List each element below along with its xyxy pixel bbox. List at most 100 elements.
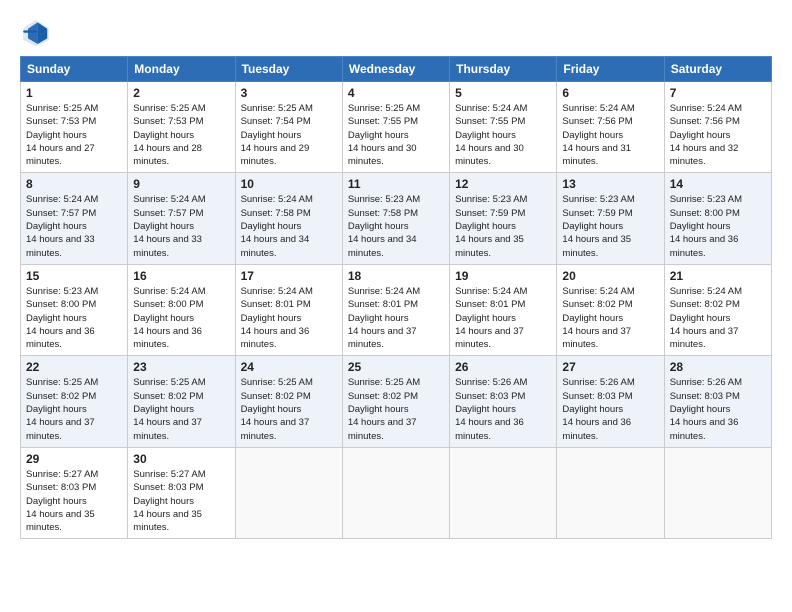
empty-cell-end: [235, 447, 342, 538]
header-cell-thursday: Thursday: [450, 57, 557, 82]
header-cell-saturday: Saturday: [664, 57, 771, 82]
day-number: 27: [562, 360, 658, 374]
day-info: Sunrise: 5:24 AMSunset: 7:56 PMDaylight …: [562, 102, 658, 168]
day-info: Sunrise: 5:24 AMSunset: 7:57 PMDaylight …: [26, 193, 122, 259]
day-info: Sunrise: 5:24 AMSunset: 7:55 PMDaylight …: [455, 102, 551, 168]
day-cell-28: 28 Sunrise: 5:26 AMSunset: 8:03 PMDayligh…: [664, 356, 771, 447]
calendar-table: SundayMondayTuesdayWednesdayThursdayFrid…: [20, 56, 772, 539]
calendar-body: 1 Sunrise: 5:25 AMSunset: 7:53 PMDaylight…: [21, 82, 772, 539]
calendar-week-1: 8 Sunrise: 5:24 AMSunset: 7:57 PMDaylight…: [21, 173, 772, 264]
calendar-header: SundayMondayTuesdayWednesdayThursdayFrid…: [21, 57, 772, 82]
day-info: Sunrise: 5:25 AMSunset: 8:02 PMDaylight …: [26, 376, 122, 442]
day-info: Sunrise: 5:24 AMSunset: 8:02 PMDaylight …: [670, 285, 766, 351]
day-number: 6: [562, 86, 658, 100]
day-cell-4: 4 Sunrise: 5:25 AMSunset: 7:55 PMDaylight…: [342, 82, 449, 173]
day-number: 19: [455, 269, 551, 283]
day-number: 20: [562, 269, 658, 283]
day-number: 26: [455, 360, 551, 374]
day-cell-22: 22Sunrise: 5:25 AMSunset: 8:02 PMDayligh…: [21, 356, 128, 447]
day-info: Sunrise: 5:24 AMSunset: 8:00 PMDaylight …: [133, 285, 229, 351]
day-info: Sunrise: 5:25 AMSunset: 8:02 PMDaylight …: [348, 376, 444, 442]
day-number: 10: [241, 177, 337, 191]
empty-cell-end: [450, 447, 557, 538]
day-info: Sunrise: 5:24 AMSunset: 7:58 PMDaylight …: [241, 193, 337, 259]
day-number: 3: [241, 86, 337, 100]
day-info: Sunrise: 5:23 AMSunset: 8:00 PMDaylight …: [670, 193, 766, 259]
day-number: 16: [133, 269, 229, 283]
header-cell-friday: Friday: [557, 57, 664, 82]
day-number: 12: [455, 177, 551, 191]
calendar-week-4: 29 Sunrise: 5:27 AMSunset: 8:03 PMDayligh…: [21, 447, 772, 538]
day-info: Sunrise: 5:26 AMSunset: 8:03 PMDaylight …: [455, 376, 551, 442]
day-cell-12: 12Sunrise: 5:23 AMSunset: 7:59 PMDayligh…: [450, 173, 557, 264]
day-number: 4: [348, 86, 444, 100]
header: [20, 16, 772, 48]
header-cell-wednesday: Wednesday: [342, 57, 449, 82]
day-info: Sunrise: 5:24 AMSunset: 7:57 PMDaylight …: [133, 193, 229, 259]
day-number: 2: [133, 86, 229, 100]
day-number: 17: [241, 269, 337, 283]
day-number: 21: [670, 269, 766, 283]
day-info: Sunrise: 5:24 AMSunset: 8:02 PMDaylight …: [562, 285, 658, 351]
logo: [20, 16, 56, 48]
day-cell-15: 15 Sunrise: 5:23 AMSunset: 8:00 PMDayligh…: [21, 264, 128, 355]
day-number: 13: [562, 177, 658, 191]
day-number: 29: [26, 452, 122, 466]
day-info: Sunrise: 5:25 AMSunset: 7:55 PMDaylight …: [348, 102, 444, 168]
header-cell-tuesday: Tuesday: [235, 57, 342, 82]
day-number: 8: [26, 177, 122, 191]
day-cell-16: 16 Sunrise: 5:24 AMSunset: 8:00 PMDayligh…: [128, 264, 235, 355]
day-number: 18: [348, 269, 444, 283]
day-number: 9: [133, 177, 229, 191]
day-cell-13: 13Sunrise: 5:23 AMSunset: 7:59 PMDayligh…: [557, 173, 664, 264]
day-cell-21: 21 Sunrise: 5:24 AMSunset: 8:02 PMDayligh…: [664, 264, 771, 355]
day-number: 11: [348, 177, 444, 191]
day-number: 28: [670, 360, 766, 374]
day-info: Sunrise: 5:23 AMSunset: 7:58 PMDaylight …: [348, 193, 444, 259]
day-cell-10: 10 Sunrise: 5:24 AMSunset: 7:58 PMDayligh…: [235, 173, 342, 264]
day-info: Sunrise: 5:25 AMSunset: 8:02 PMDaylight …: [241, 376, 337, 442]
day-cell-1: 1 Sunrise: 5:25 AMSunset: 7:53 PMDaylight…: [21, 82, 128, 173]
day-info: Sunrise: 5:27 AMSunset: 8:03 PMDaylight …: [26, 468, 122, 534]
calendar-week-2: 15 Sunrise: 5:23 AMSunset: 8:00 PMDayligh…: [21, 264, 772, 355]
day-cell-29: 29 Sunrise: 5:27 AMSunset: 8:03 PMDayligh…: [21, 447, 128, 538]
day-cell-23: 23 Sunrise: 5:25 AMSunset: 8:02 PMDayligh…: [128, 356, 235, 447]
day-cell-7: 7 Sunrise: 5:24 AMSunset: 7:56 PMDaylight…: [664, 82, 771, 173]
day-info: Sunrise: 5:26 AMSunset: 8:03 PMDaylight …: [670, 376, 766, 442]
empty-cell-end: [342, 447, 449, 538]
day-cell-19: 19Sunrise: 5:24 AMSunset: 8:01 PMDayligh…: [450, 264, 557, 355]
day-number: 1: [26, 86, 122, 100]
day-info: Sunrise: 5:23 AMSunset: 8:00 PMDaylight …: [26, 285, 122, 351]
day-number: 14: [670, 177, 766, 191]
day-cell-26: 26 Sunrise: 5:26 AMSunset: 8:03 PMDayligh…: [450, 356, 557, 447]
day-cell-24: 24 Sunrise: 5:25 AMSunset: 8:02 PMDayligh…: [235, 356, 342, 447]
day-number: 7: [670, 86, 766, 100]
day-info: Sunrise: 5:25 AMSunset: 7:53 PMDaylight …: [133, 102, 229, 168]
day-cell-14: 14 Sunrise: 5:23 AMSunset: 8:00 PMDayligh…: [664, 173, 771, 264]
day-number: 15: [26, 269, 122, 283]
day-cell-5: 5Sunrise: 5:24 AMSunset: 7:55 PMDaylight…: [450, 82, 557, 173]
day-number: 25: [348, 360, 444, 374]
day-cell-25: 25 Sunrise: 5:25 AMSunset: 8:02 PMDayligh…: [342, 356, 449, 447]
day-info: Sunrise: 5:24 AMSunset: 7:56 PMDaylight …: [670, 102, 766, 168]
empty-cell-end: [664, 447, 771, 538]
day-info: Sunrise: 5:25 AMSunset: 7:53 PMDaylight …: [26, 102, 122, 168]
day-info: Sunrise: 5:24 AMSunset: 8:01 PMDaylight …: [348, 285, 444, 351]
day-cell-3: 3 Sunrise: 5:25 AMSunset: 7:54 PMDaylight…: [235, 82, 342, 173]
day-cell-11: 11 Sunrise: 5:23 AMSunset: 7:58 PMDayligh…: [342, 173, 449, 264]
day-cell-9: 9 Sunrise: 5:24 AMSunset: 7:57 PMDaylight…: [128, 173, 235, 264]
day-info: Sunrise: 5:25 AMSunset: 8:02 PMDaylight …: [133, 376, 229, 442]
day-number: 30: [133, 452, 229, 466]
day-info: Sunrise: 5:25 AMSunset: 7:54 PMDaylight …: [241, 102, 337, 168]
day-number: 23: [133, 360, 229, 374]
day-cell-30: 30Sunrise: 5:27 AMSunset: 8:03 PMDayligh…: [128, 447, 235, 538]
day-info: Sunrise: 5:26 AMSunset: 8:03 PMDaylight …: [562, 376, 658, 442]
header-cell-sunday: Sunday: [21, 57, 128, 82]
day-info: Sunrise: 5:24 AMSunset: 8:01 PMDaylight …: [241, 285, 337, 351]
day-cell-20: 20 Sunrise: 5:24 AMSunset: 8:02 PMDayligh…: [557, 264, 664, 355]
calendar-week-0: 1 Sunrise: 5:25 AMSunset: 7:53 PMDaylight…: [21, 82, 772, 173]
day-number: 24: [241, 360, 337, 374]
day-cell-8: 8 Sunrise: 5:24 AMSunset: 7:57 PMDaylight…: [21, 173, 128, 264]
day-cell-27: 27 Sunrise: 5:26 AMSunset: 8:03 PMDayligh…: [557, 356, 664, 447]
calendar-week-3: 22Sunrise: 5:25 AMSunset: 8:02 PMDayligh…: [21, 356, 772, 447]
